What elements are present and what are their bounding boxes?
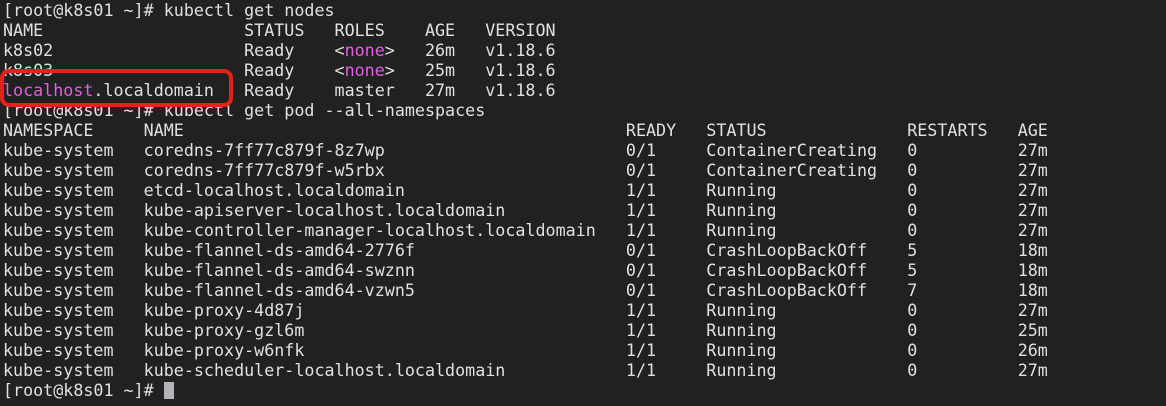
table-row: kube-system kube-proxy-w6nfk 1/1 Running… [3, 340, 1048, 360]
shell-prompt: [root@k8s01 ~]# [3, 100, 154, 120]
table-row: k8s02 Ready <none> 26m v1.18.6 [3, 40, 556, 60]
pods-table-header: NAMESPACE NAME READY STATUS RESTARTS AGE [3, 120, 1048, 140]
highlighted-text: localhost [3, 80, 94, 100]
table-row: localhost.localdomain Ready master 27m v… [3, 80, 556, 100]
highlighted-text: none [344, 60, 385, 80]
table-row: kube-system kube-flannel-ds-amd64-vzwn5 … [3, 280, 1048, 300]
table-row: kube-system coredns-7ff77c879f-w5rbx 0/1… [3, 160, 1048, 180]
nodes-table-header: NAME STATUS ROLES AGE VERSION [3, 20, 556, 40]
table-row: kube-system coredns-7ff77c879f-8z7wp 0/1… [3, 140, 1048, 160]
table-row: kube-system kube-flannel-ds-amd64-swznn … [3, 260, 1048, 280]
shell-prompt: [root@k8s01 ~]# [3, 380, 154, 400]
table-row: kube-system kube-controller-manager-loca… [3, 220, 1048, 240]
command-text: kubectl get nodes [163, 0, 335, 20]
terminal-output: [root@k8s01 ~]# kubectl get nodes NAME S… [0, 0, 1166, 400]
table-row: kube-system kube-proxy-gzl6m 1/1 Running… [3, 320, 1048, 340]
command-text: kubectl get pod --all-namespaces [163, 100, 486, 120]
terminal-window[interactable]: [root@k8s01 ~]# kubectl get nodes NAME S… [0, 0, 1166, 406]
table-row: kube-system kube-apiserver-localhost.loc… [3, 200, 1048, 220]
table-row: kube-system etcd-localhost.localdomain 1… [3, 180, 1048, 200]
table-row: kube-system kube-flannel-ds-amd64-2776f … [3, 240, 1048, 260]
table-row: k8s03 Ready <none> 25m v1.18.6 [3, 60, 556, 80]
table-row: kube-system kube-scheduler-localhost.loc… [3, 360, 1048, 380]
shell-prompt: [root@k8s01 ~]# [3, 0, 154, 20]
highlighted-text: none [344, 40, 385, 60]
table-row: kube-system kube-proxy-4d87j 1/1 Running… [3, 300, 1048, 320]
terminal-cursor[interactable] [163, 382, 174, 399]
